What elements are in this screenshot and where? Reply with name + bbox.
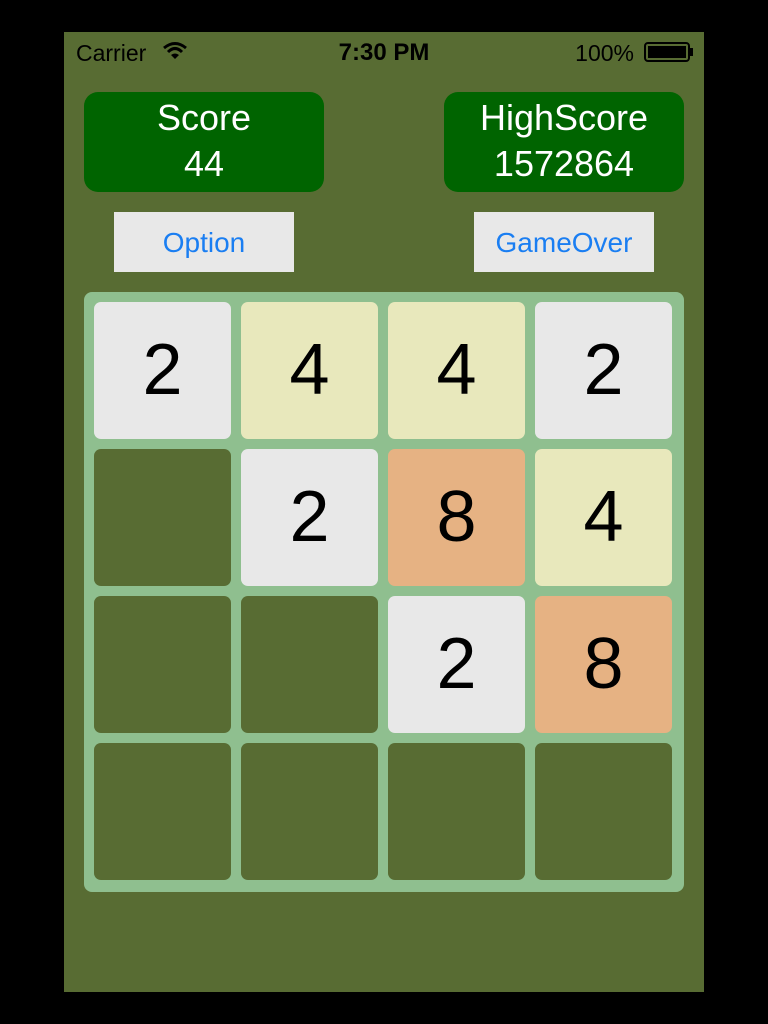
gameover-button[interactable]: GameOver [474,212,654,272]
tile: 2 [241,449,378,586]
empty-cell [94,449,231,586]
battery-icon [644,42,693,62]
highscore-panel: HighScore 1572864 [444,92,684,192]
empty-cell [241,743,378,880]
empty-cell [94,743,231,880]
tile: 8 [388,449,525,586]
empty-cell [388,743,525,880]
empty-cell [535,743,672,880]
highscore-value: 1572864 [493,143,635,184]
score-value: 44 [183,143,225,184]
tile: 4 [241,302,378,439]
tile: 2 [94,302,231,439]
tile: 4 [535,449,672,586]
tile: 8 [535,596,672,733]
tile: 2 [535,302,672,439]
empty-cell [241,596,378,733]
score-label: Score [156,97,252,138]
option-button[interactable]: Option [114,212,294,272]
score-panel: Score 44 [84,92,324,192]
battery-percentage: 100% [575,40,634,66]
empty-cell [94,596,231,733]
tile: 4 [388,302,525,439]
tile: 2 [388,596,525,733]
highscore-label: HighScore [479,97,649,138]
status-bar: Carrier 7:30 PM 100% [64,32,704,72]
game-board[interactable]: 244228428 [84,292,684,892]
game-screen: Carrier 7:30 PM 100% Score 44 HighScore … [64,32,704,992]
